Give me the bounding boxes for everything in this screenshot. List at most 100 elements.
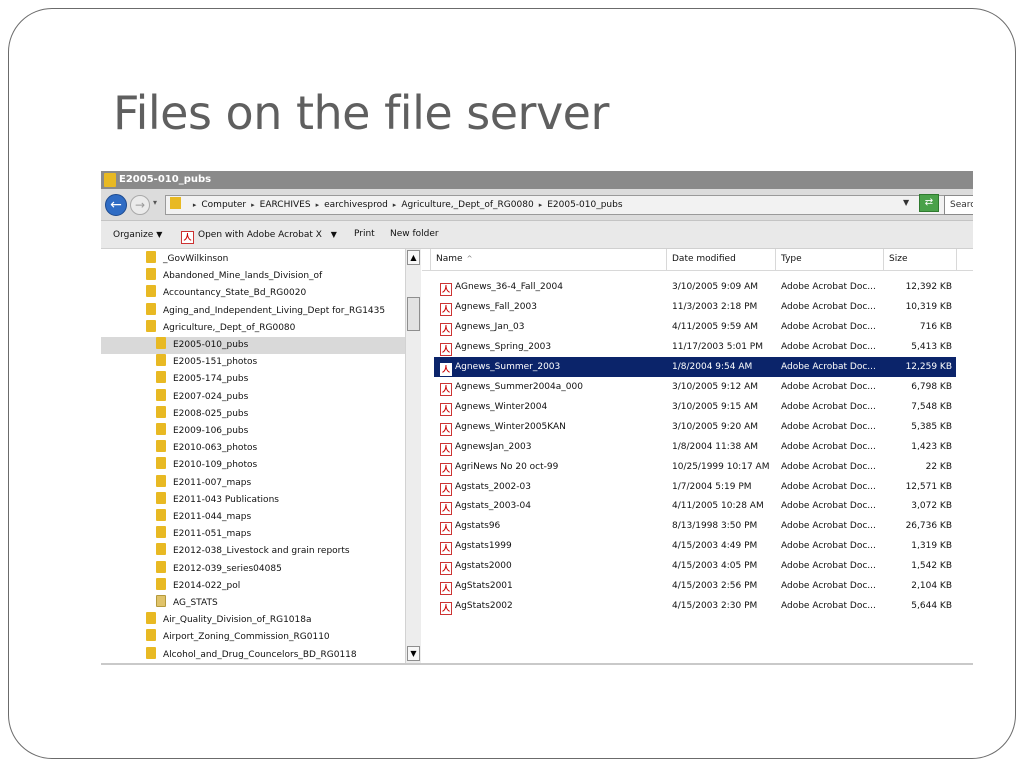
nav-tree-item[interactable]: E2011-043 Publications [156, 491, 279, 509]
pdf-file-icon: 人 [440, 482, 452, 496]
breadcrumb-item[interactable]: Agriculture,_Dept_of_RG0080 [401, 200, 533, 210]
column-header-type[interactable]: Type [776, 249, 884, 270]
chevron-down-icon: ▼ [330, 230, 337, 239]
search-input[interactable]: Searc [944, 195, 973, 215]
file-row[interactable]: 人 Agnews_Winter2004 3/10/2005 9:15 AM Adobe… [434, 397, 956, 417]
pdf-file-icon: 人 [440, 442, 452, 456]
breadcrumb-item[interactable]: earchivesprod [324, 200, 388, 210]
file-row[interactable]: 人 Agnews_Summer_2003 1/8/2004 9:54 AM Adobe… [434, 356, 956, 377]
file-row[interactable]: 人 Agnews_Jan_03 4/11/2005 9:59 AM Adobe Acr… [434, 317, 956, 337]
nav-tree-item[interactable]: E2010-109_photos [156, 457, 257, 474]
column-header-date[interactable]: Date modified [667, 249, 776, 270]
nav-tree-item[interactable]: E2009-106_pubs [156, 423, 248, 440]
breadcrumb-separator-icon[interactable]: ▸ [393, 201, 397, 209]
nav-tree-item[interactable]: E2012-039_series04085 [156, 560, 282, 578]
breadcrumb-item[interactable]: Computer [201, 200, 246, 210]
file-row[interactable]: 人 AgriNews No 20 oct-99 10/25/1999 10:17 A… [434, 457, 956, 477]
pdf-file-icon: 人 [440, 302, 452, 316]
nav-tree-item[interactable]: E2014-022_pol [156, 577, 240, 595]
folder-icon [156, 405, 166, 418]
file-type-cell: Adobe Acrobat Doc... [781, 561, 876, 572]
file-row[interactable]: 人 Agstats_2002-03 1/7/2004 5:19 PM Adobe Ac… [434, 477, 956, 497]
folder-icon [146, 646, 156, 659]
file-type-cell: Adobe Acrobat Doc... [781, 421, 876, 432]
nav-tree-item[interactable]: Airport_Zoning_Commission_RG0110 [146, 629, 330, 646]
file-date-cell: 4/11/2005 10:28 AM [672, 501, 764, 512]
refresh-button[interactable]: ⇄ [919, 194, 939, 212]
breadcrumb-separator-icon[interactable]: ▸ [193, 201, 197, 209]
nav-tree-item[interactable]: E2005-151_photos [156, 354, 257, 371]
new-folder-button[interactable]: New folder [390, 221, 439, 248]
file-row[interactable]: 人 AGnews_36-4_Fall_2004 3/10/2005 9:09 AM A… [434, 277, 956, 297]
file-row[interactable]: 人 AgStats2002 4/15/2003 2:30 PM Adobe Acrob… [434, 596, 956, 616]
file-row[interactable]: 人 Agnews_Fall_2003 11/3/2003 2:18 PM Adobe … [434, 297, 956, 317]
file-row[interactable]: 人 Agnews_Summer2004a_000 3/10/2005 9:12 AM… [434, 377, 956, 397]
file-name: AgriNews No 20 oct-99 [455, 461, 559, 472]
breadcrumb-separator-icon[interactable]: ▸ [316, 201, 320, 209]
pdf-file-icon: 人 [440, 502, 452, 516]
nav-tree-item[interactable]: E2010-063_photos [156, 440, 257, 457]
nav-tree-item[interactable]: E2011-007_maps [156, 474, 251, 492]
nav-tree-label: E2010-063_photos [173, 443, 258, 454]
nav-tree-label: E2012-039_series04085 [173, 563, 282, 574]
nav-tree-item[interactable]: E2008-025_pubs [156, 405, 248, 423]
forward-button[interactable]: → [130, 195, 150, 215]
nav-tree-item[interactable]: E2005-174_pubs [156, 371, 248, 388]
file-row[interactable]: 人 Agstats_2003-04 4/11/2005 10:28 AM Adobe … [434, 496, 956, 516]
nav-tree-item[interactable]: E2007-024_pubs [156, 388, 249, 406]
nav-tree-item[interactable]: Aging_and_Independent_Living_Dept for_RG… [146, 302, 385, 320]
file-name-cell: 人 AgriNews No 20 oct-99 [440, 457, 668, 477]
folder-icon [156, 491, 166, 504]
file-size-cell: 5,413 KB [911, 341, 952, 352]
file-name: AgStats2001 [455, 581, 513, 592]
nav-tree-item[interactable]: Abandoned_Mine_lands_Division_of [146, 268, 322, 285]
file-size-cell: 5,385 KB [911, 421, 952, 432]
organize-button[interactable]: Organize ▼ [113, 221, 162, 249]
breadcrumb-item[interactable]: E2005-010_pubs [547, 200, 622, 210]
folder-icon [146, 629, 156, 642]
back-button[interactable]: ← [105, 194, 127, 216]
column-header-name[interactable]: Name ^ [430, 249, 667, 270]
nav-tree-item[interactable]: E2011-044_maps [156, 509, 251, 526]
file-name-cell: 人 Agnews_Summer_2003 [440, 357, 668, 377]
scroll-down-icon[interactable]: ▼ [407, 646, 420, 661]
file-date-cell: 4/11/2005 9:59 AM [672, 321, 759, 332]
nav-tree-label: E2007-024_pubs [173, 391, 249, 402]
nav-tree-item[interactable]: AG_STATS [156, 595, 218, 612]
nav-tree-label: Airport_Zoning_Commission_RG0110 [163, 632, 330, 643]
breadcrumb-item[interactable]: EARCHIVES [260, 200, 311, 210]
file-row[interactable]: 人 AgnewsJan_2003 1/8/2004 11:38 AM Adobe Ac… [434, 437, 956, 457]
nav-tree-label: Agriculture,_Dept_of_RG0080 [163, 322, 296, 333]
file-row[interactable]: 人 AgStats2001 4/15/2003 2:56 PM Adobe Acrob… [434, 576, 956, 596]
nav-tree-item[interactable]: Alcohol_and_Drug_Councelors_BD_RG0118 [146, 646, 357, 663]
nav-tree-item[interactable]: Accountancy_State_Bd_RG0020 [146, 285, 306, 302]
scroll-thumb[interactable] [407, 297, 420, 331]
file-row[interactable]: 人 Agnews_Spring_2003 11/17/2003 5:01 PM Ado… [434, 337, 956, 357]
file-date-cell: 3/10/2005 9:15 AM [672, 401, 759, 412]
open-with-button[interactable]: 人 Open with Adobe Acrobat X ▼ [181, 221, 337, 249]
nav-tree-label: Alcohol_and_Drug_Councelors_BD_RG0118 [163, 649, 357, 660]
nav-tree-item[interactable]: _GovWilkinson [146, 251, 228, 268]
column-header-size[interactable]: Size [884, 249, 957, 270]
file-name: Agnews_Fall_2003 [455, 301, 537, 312]
scroll-up-icon[interactable]: ▲ [407, 250, 420, 265]
print-button[interactable]: Print [354, 221, 375, 248]
address-bar[interactable]: ▸ Computer ▸ EARCHIVES ▸ earchivesprod ▸ Agricu… [165, 195, 960, 215]
breadcrumb-separator-icon[interactable]: ▸ [539, 201, 543, 209]
file-row[interactable]: 人 Agnews_Winter2005KAN 3/10/2005 9:20 AM Ad… [434, 417, 956, 437]
file-row[interactable]: 人 Agstats1999 4/15/2003 4:49 PM Adobe Acrob… [434, 536, 956, 556]
history-dropdown-icon[interactable]: ▾ [153, 198, 157, 207]
file-row[interactable]: 人 Agstats2000 4/15/2003 4:05 PM Adobe Acrob… [434, 556, 956, 576]
nav-tree-item[interactable]: Agriculture,_Dept_of_RG0080 [146, 319, 296, 337]
address-dropdown-icon[interactable]: ▼ [903, 198, 909, 207]
nav-tree-item[interactable]: Air_Quality_Division_of_RG1018a [146, 612, 312, 629]
file-size-cell: 716 KB [919, 321, 952, 332]
nav-tree-item[interactable]: E2012-038_Livestock and grain reports [156, 543, 350, 560]
nav-tree-item[interactable]: E2005-010_pubs [101, 337, 405, 354]
file-date-cell: 4/15/2003 4:49 PM [672, 541, 758, 552]
file-type-cell: Adobe Acrobat Doc... [781, 461, 876, 472]
breadcrumb-separator-icon[interactable]: ▸ [251, 201, 255, 209]
nav-scrollbar[interactable]: ▲ ▼ [405, 249, 421, 663]
file-row[interactable]: 人 Agstats96 8/13/1998 3:50 PM Adobe Acrobat… [434, 516, 956, 536]
nav-tree-item[interactable]: E2011-051_maps [156, 526, 251, 543]
